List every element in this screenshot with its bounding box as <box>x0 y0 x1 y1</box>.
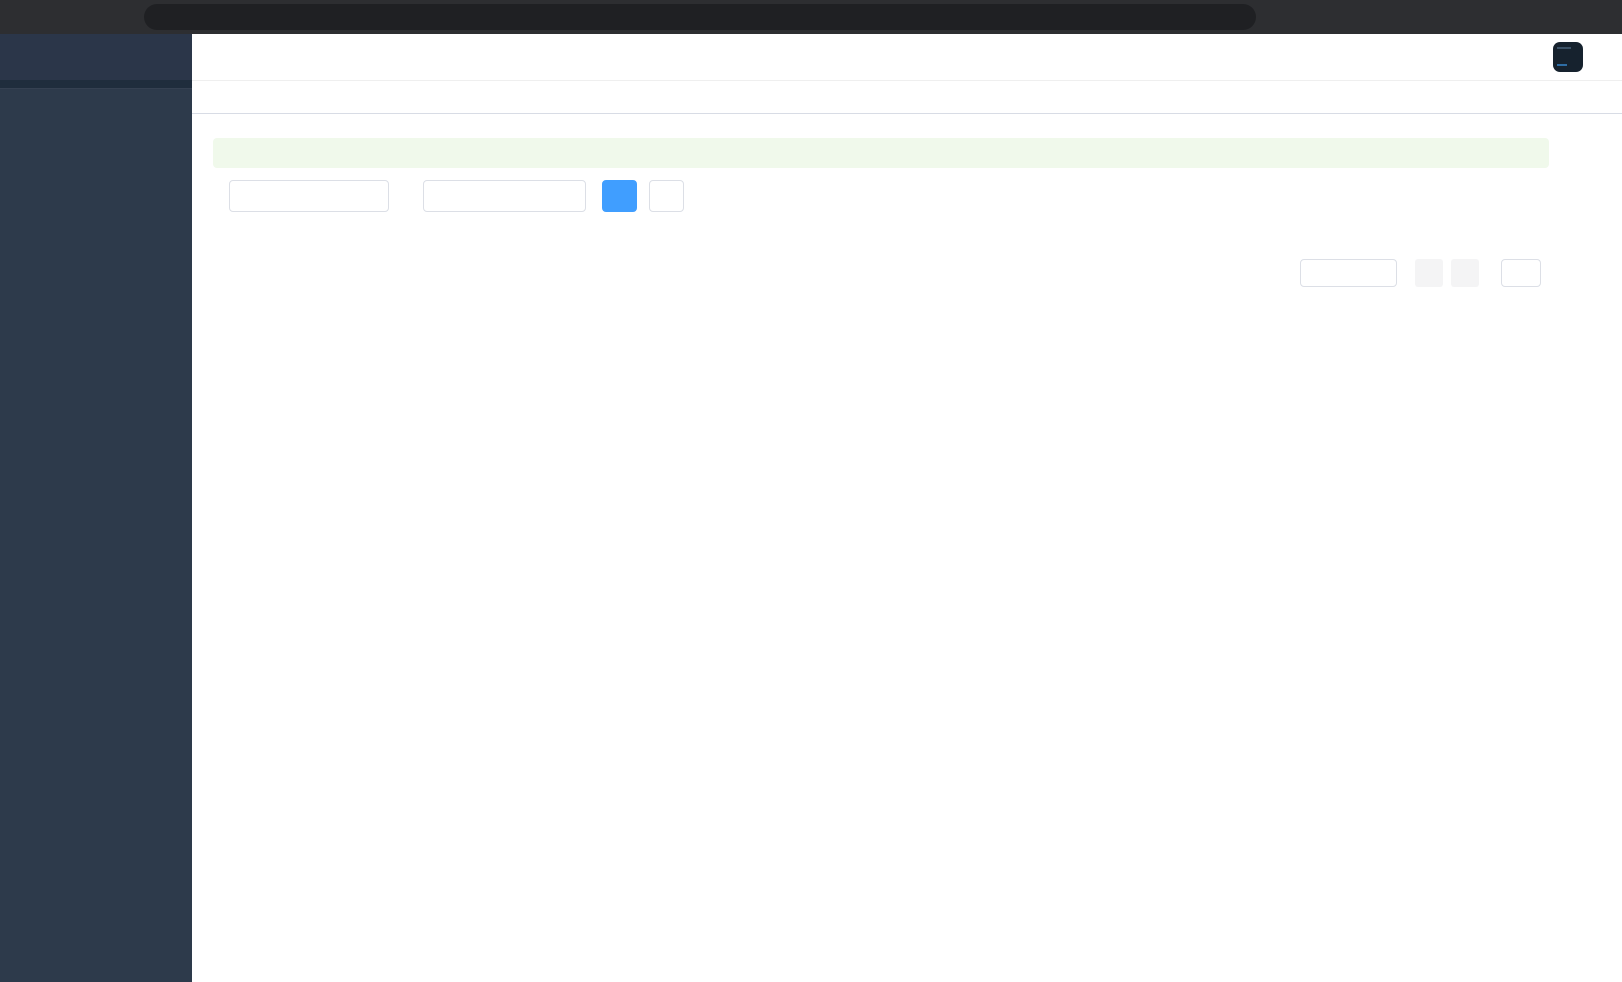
user-type-select[interactable] <box>423 180 586 212</box>
goto-page-input[interactable] <box>1501 259 1541 287</box>
recorder-extension-icon[interactable] <box>1436 3 1462 31</box>
home-icon[interactable] <box>106 3 134 31</box>
bookmark-star-icon[interactable] <box>1300 3 1328 31</box>
browser-toolbar <box>0 0 1622 34</box>
forward-icon[interactable] <box>42 3 70 31</box>
sidebar <box>0 34 192 982</box>
pagination <box>213 259 1549 287</box>
user-avatar[interactable] <box>1553 42 1583 72</box>
screen <box>0 0 1622 982</box>
extensions-puzzle-icon[interactable] <box>1496 3 1522 31</box>
extension-cluster-icon[interactable] <box>1346 3 1372 31</box>
command-extension-icon[interactable] <box>1406 3 1432 31</box>
sidebar-menu <box>0 80 192 88</box>
prev-page-button[interactable] <box>1415 259 1443 287</box>
reload-icon[interactable] <box>74 3 102 31</box>
app-logo[interactable] <box>0 34 192 80</box>
content <box>192 114 1570 287</box>
profile-emoji-icon[interactable] <box>1556 3 1582 31</box>
sidebar-menu-bottom <box>0 88 192 982</box>
tags-view-bar <box>192 80 1622 114</box>
share-icon[interactable] <box>1268 3 1296 31</box>
main-area <box>192 34 1622 982</box>
next-page-button[interactable] <box>1451 259 1479 287</box>
side-panel-icon[interactable] <box>1526 3 1552 31</box>
green-star-extension-icon[interactable] <box>1466 3 1492 31</box>
address-bar[interactable] <box>144 4 1256 30</box>
filter-form <box>213 180 1570 212</box>
browser-menu-icon[interactable] <box>1586 3 1612 31</box>
back-icon[interactable] <box>10 3 38 31</box>
gem-extension-icon[interactable] <box>1376 3 1402 31</box>
doc-alert <box>213 138 1549 168</box>
page-size-select[interactable] <box>1300 259 1397 287</box>
search-button[interactable] <box>602 180 637 212</box>
reset-button[interactable] <box>649 180 684 212</box>
topbar <box>192 34 1622 80</box>
user-id-input[interactable] <box>229 180 389 212</box>
